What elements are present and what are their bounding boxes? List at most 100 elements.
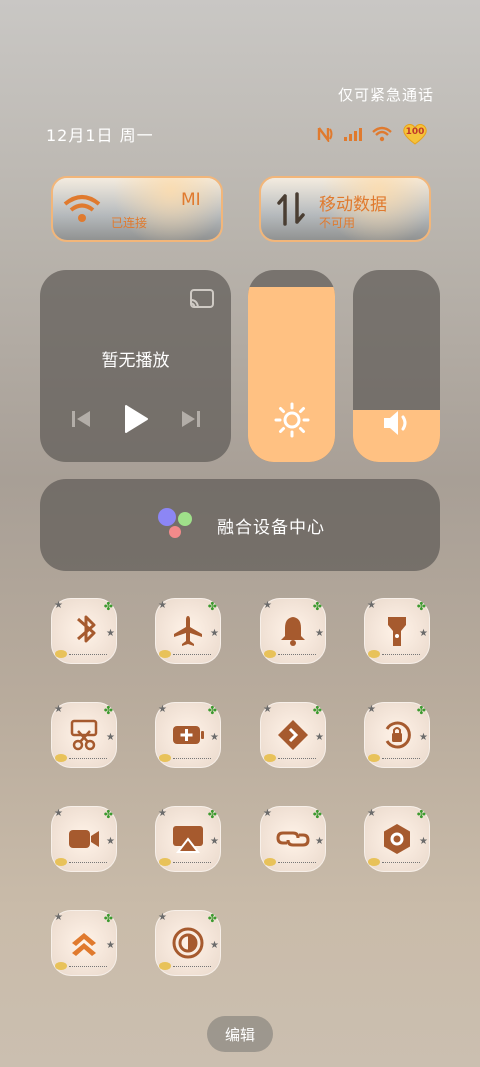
star-sticker-icon: ★ <box>210 732 219 743</box>
star-sticker-icon: ★ <box>158 704 167 715</box>
battery-level: 100 <box>405 127 425 137</box>
star-sticker-icon: ★ <box>315 836 324 847</box>
quick-toggle-screenshot-scissors[interactable]: ★ ★ ✤ <box>51 702 117 768</box>
video-camera-icon <box>69 830 99 848</box>
star-sticker-icon: ★ <box>419 732 428 743</box>
quick-toggle-link[interactable]: ★ ★ ✤ <box>260 806 326 872</box>
device-center-label: 融合设备中心 <box>217 517 325 538</box>
previous-icon[interactable] <box>70 409 92 433</box>
link-icon <box>276 831 310 847</box>
star-sticker-icon: ★ <box>367 600 376 611</box>
clover-sticker-icon: ✤ <box>103 600 113 613</box>
signature-decoration <box>69 966 107 969</box>
star-sticker-icon: ★ <box>158 808 167 819</box>
star-sticker-icon: ★ <box>106 628 115 639</box>
star-sticker-icon: ★ <box>210 940 219 951</box>
quick-toggle-dark-mode[interactable]: ★ ★ ✤ <box>155 910 221 976</box>
clover-sticker-icon: ✤ <box>416 808 426 821</box>
quick-toggle-airplane-mode[interactable]: ★ ★ ✤ <box>155 598 221 664</box>
clover-sticker-icon: ✤ <box>207 912 217 925</box>
signature-decoration <box>173 654 211 657</box>
bluetooth-icon <box>77 615 96 643</box>
quick-toggle-layers-up[interactable]: ★ ★ ✤ <box>51 910 117 976</box>
edit-button[interactable]: 编辑 <box>207 1016 273 1052</box>
star-sticker-icon: ★ <box>263 808 272 819</box>
device-center-button[interactable]: 融合设备中心 <box>40 479 440 571</box>
coin-sticker-icon <box>55 858 67 866</box>
star-sticker-icon: ★ <box>210 836 219 847</box>
quick-toggle-rotation-lock[interactable]: ★ ★ ✤ <box>364 702 430 768</box>
wifi-status: 已连接 <box>111 216 148 230</box>
clover-sticker-icon: ✤ <box>416 704 426 717</box>
device-center-icon <box>155 505 199 545</box>
speaker-icon <box>353 408 440 438</box>
clover-sticker-icon: ✤ <box>207 704 217 717</box>
coin-sticker-icon <box>159 650 171 658</box>
star-sticker-icon: ★ <box>158 912 167 923</box>
coin-sticker-icon <box>55 754 67 762</box>
signature-decoration <box>173 966 211 969</box>
quick-toggle-settings-hex[interactable]: ★ ★ ✤ <box>364 806 430 872</box>
battery-saver-icon <box>173 726 204 744</box>
wifi-tile[interactable]: MI 已连接 <box>51 176 223 242</box>
rotation-lock-icon <box>385 721 411 749</box>
clover-sticker-icon: ✤ <box>207 600 217 613</box>
signature-decoration <box>278 654 316 657</box>
play-icon[interactable] <box>123 404 149 438</box>
clover-sticker-icon: ✤ <box>103 704 113 717</box>
signature-decoration <box>69 758 107 761</box>
mobile-data-icon <box>277 192 305 230</box>
coin-sticker-icon <box>368 858 380 866</box>
signature-decoration <box>278 862 316 865</box>
media-player-card[interactable]: 暂无播放 <box>40 270 231 462</box>
quick-toggle-screen-cast[interactable]: ★ ★ ✤ <box>155 806 221 872</box>
star-sticker-icon: ★ <box>106 940 115 951</box>
layers-up-icon <box>72 933 96 956</box>
quick-toggle-code-forward[interactable]: ★ ★ ✤ <box>260 702 326 768</box>
star-sticker-icon: ★ <box>315 732 324 743</box>
star-sticker-icon: ★ <box>367 704 376 715</box>
next-icon[interactable] <box>180 409 202 433</box>
star-sticker-icon: ★ <box>419 836 428 847</box>
cast-icon[interactable] <box>189 288 215 314</box>
nfc-icon <box>316 126 334 142</box>
star-sticker-icon: ★ <box>263 600 272 611</box>
quick-toggle-bell[interactable]: ★ ★ ✤ <box>260 598 326 664</box>
quick-toggle-battery-saver[interactable]: ★ ★ ✤ <box>155 702 221 768</box>
clover-sticker-icon: ✤ <box>312 704 322 717</box>
clover-sticker-icon: ✤ <box>103 808 113 821</box>
mobile-data-title: 移动数据 <box>319 195 387 215</box>
sun-icon <box>248 402 335 438</box>
volume-slider[interactable] <box>353 270 440 462</box>
coin-sticker-icon <box>159 754 171 762</box>
mobile-data-tile[interactable]: 移动数据 不可用 <box>259 176 431 242</box>
brightness-slider[interactable] <box>248 270 335 462</box>
coin-sticker-icon <box>368 650 380 658</box>
clover-sticker-icon: ✤ <box>416 600 426 613</box>
coin-sticker-icon <box>159 858 171 866</box>
star-sticker-icon: ★ <box>158 600 167 611</box>
quick-toggle-bluetooth[interactable]: ★ ★ ✤ <box>51 598 117 664</box>
wifi-icon <box>372 126 392 142</box>
star-sticker-icon: ★ <box>54 912 63 923</box>
clover-sticker-icon: ✤ <box>312 600 322 613</box>
bell-icon <box>281 617 305 646</box>
now-playing-label: 暂无播放 <box>101 351 170 371</box>
battery-heart-icon: 100 <box>402 123 428 145</box>
signature-decoration <box>173 862 211 865</box>
wifi-icon <box>63 194 101 228</box>
dark-mode-icon <box>172 927 204 959</box>
date-label: 12月1日 周一 <box>46 126 154 145</box>
star-sticker-icon: ★ <box>419 628 428 639</box>
signature-decoration <box>382 758 420 761</box>
quick-toggle-video-camera[interactable]: ★ ★ ✤ <box>51 806 117 872</box>
star-sticker-icon: ★ <box>263 704 272 715</box>
star-sticker-icon: ★ <box>54 704 63 715</box>
quick-toggle-flashlight[interactable]: ★ ★ ✤ <box>364 598 430 664</box>
star-sticker-icon: ★ <box>210 628 219 639</box>
signal-icon <box>344 127 362 141</box>
signature-decoration <box>382 862 420 865</box>
star-sticker-icon: ★ <box>367 808 376 819</box>
star-sticker-icon: ★ <box>54 808 63 819</box>
clover-sticker-icon: ✤ <box>207 808 217 821</box>
